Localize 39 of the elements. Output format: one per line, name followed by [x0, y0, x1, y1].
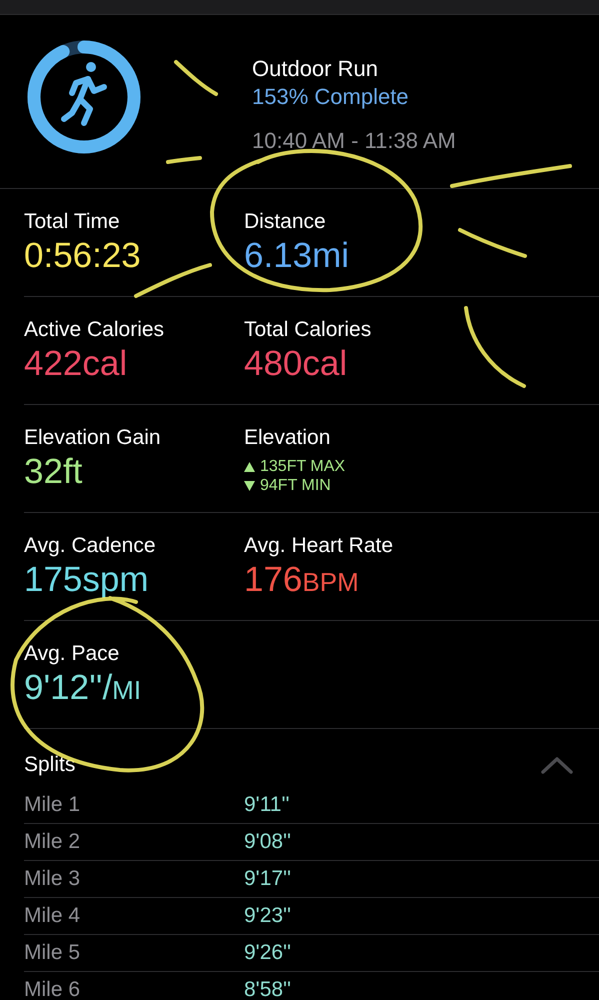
split-pace: 8'58'': [244, 978, 292, 1000]
chevron-up-icon[interactable]: [541, 756, 573, 774]
metric-label: Avg. Heart Rate: [244, 533, 394, 559]
split-label: Mile 4: [24, 904, 82, 928]
metric-value: 0:56:23: [24, 235, 142, 277]
annotation-stroke: [166, 156, 202, 164]
split-label: Mile 6: [24, 978, 82, 1000]
split-pace: 9'11'': [244, 793, 290, 817]
metric-label: Distance: [244, 209, 327, 235]
metric-label: Avg. Cadence: [24, 533, 157, 559]
elevation-reading: 135FT MAX: [260, 457, 346, 476]
time-range: 10:40 AM - 11:38 AM: [252, 127, 456, 155]
workout-title: Outdoor Run: [252, 55, 379, 83]
split-label: Mile 3: [24, 867, 82, 891]
metric-label: Total Calories: [244, 317, 372, 343]
metric-value: 32ft: [24, 451, 84, 493]
split-pace: 9'26'': [244, 941, 292, 965]
split-label: Mile 2: [24, 830, 82, 854]
annotation-stroke: [174, 60, 218, 96]
split-pace: 9'17'': [244, 867, 292, 891]
metric-value: 9'12''/MI: [24, 667, 142, 709]
metric-value: 176BPM: [244, 559, 360, 601]
split-pace: 9'08'': [244, 830, 292, 854]
split-label: Mile 5: [24, 941, 82, 965]
split-pace: 9'23'': [244, 904, 292, 928]
completion-text: 153% Complete: [252, 83, 410, 111]
metric-label: Total Time: [24, 209, 121, 235]
metric-label: Avg. Pace: [24, 641, 120, 667]
metric-value: 480cal: [244, 343, 348, 385]
annotation-stroke: [458, 228, 527, 258]
splits-title: Splits: [24, 753, 76, 777]
metric-label: Elevation: [244, 425, 332, 451]
metric-value: 6.13mi: [244, 235, 350, 277]
metric-label: Active Calories: [24, 317, 166, 343]
metric-value: 175spm: [24, 559, 150, 601]
metric-label: Elevation Gain: [24, 425, 162, 451]
metric-value: 422cal: [24, 343, 128, 385]
elevation-reading: 94FT MIN: [260, 476, 331, 495]
split-label: Mile 1: [24, 793, 82, 817]
